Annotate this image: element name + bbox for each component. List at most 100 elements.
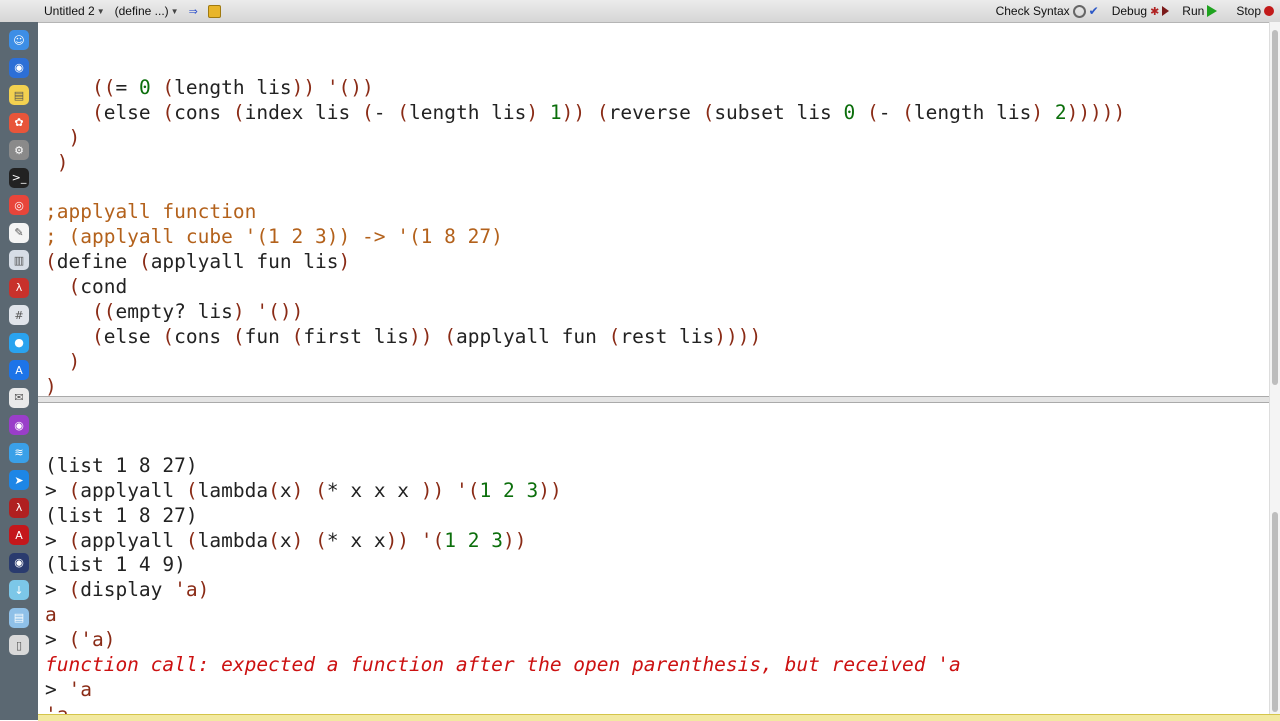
definitions-line: ) (45, 374, 1270, 397)
code-token: (list 1 8 27) (45, 453, 198, 477)
code-token: (list 1 4 9) (45, 553, 186, 577)
code-token: function call: expected a function after… (45, 653, 961, 677)
safari-icon[interactable]: ◉ (9, 57, 29, 78)
code-token: ) (45, 150, 69, 174)
code-token: empty? lis (115, 299, 233, 323)
script-editor-icon[interactable]: ✉ (9, 387, 29, 408)
racket-icon[interactable]: λ (9, 497, 29, 518)
code-token: first lis (303, 324, 409, 348)
code-token: ( (185, 478, 198, 502)
code-token: ) (232, 299, 245, 323)
code-token: ( (185, 528, 198, 552)
code-token: ( (232, 100, 245, 124)
code-token: reverse (608, 100, 703, 124)
code-token: else (103, 100, 163, 124)
code-token: > (45, 677, 69, 701)
code-token: )) (420, 478, 445, 502)
code-token: ) (526, 100, 539, 124)
downloads-icon[interactable]: ↓ (9, 580, 29, 600)
code-token: ( (68, 578, 81, 602)
code-token: ( (45, 324, 104, 348)
definitions-line (45, 175, 1270, 200)
scrollbar[interactable] (1269, 22, 1280, 720)
code-token: (( (45, 299, 116, 323)
run-label: Run (1182, 4, 1205, 18)
code-token: (list 1 8 27) (45, 503, 198, 527)
code-token: 'a (68, 677, 92, 701)
definitions-line: (cond (45, 275, 1270, 300)
definitions-scroll-thumb[interactable] (1272, 30, 1278, 385)
code-token: )))) (1066, 100, 1114, 124)
interactions-repl[interactable]: (list 1 8 27) > (applyall (lambda(x) (* x… (38, 402, 1270, 714)
check-syntax-label: Check Syntax (995, 4, 1070, 18)
code-token: ( (45, 100, 104, 124)
interactions-scroll-thumb[interactable] (1272, 512, 1278, 712)
stop-button[interactable]: Stop (1236, 4, 1274, 18)
interactions-line: function call: expected a function after… (45, 653, 1270, 678)
messages-icon[interactable]: ● (9, 332, 29, 353)
preview-icon[interactable]: ▥ (9, 250, 29, 270)
code-token: (( (45, 75, 116, 99)
code-token: ( (397, 100, 409, 124)
document-name-menu[interactable]: Untitled 2 ▼ (44, 4, 105, 18)
code-token: applyall fun lis (150, 250, 339, 274)
documents-icon[interactable]: ▤ (9, 607, 29, 628)
code-token: - (373, 100, 398, 124)
code-token: ;applyall function (45, 200, 257, 224)
define-menu[interactable]: (define ...) ▼ (115, 4, 179, 18)
definitions-code: ((= 0 (length lis)) '()) (else (cons (in… (38, 72, 1270, 397)
app-store-icon[interactable]: A (9, 360, 29, 380)
code-token: ( (596, 100, 609, 124)
interactions-line: > 'a (45, 678, 1270, 703)
code-token: ( (608, 324, 621, 348)
code-token: ( (866, 100, 879, 124)
code-token: 'a) (174, 578, 210, 602)
code-token: ( (45, 275, 81, 299)
code-token: ( (162, 324, 175, 348)
debug-label: Debug (1111, 4, 1148, 18)
code-token: > (45, 528, 69, 552)
code-token: ( (68, 478, 81, 502)
photos-icon[interactable]: ✿ (9, 112, 29, 133)
textedit-icon[interactable]: ✎ (9, 222, 29, 243)
code-token: ( (268, 528, 280, 552)
save-icon[interactable] (207, 4, 221, 18)
finder-icon[interactable]: ☺ (9, 30, 29, 50)
code-token: ) (45, 349, 81, 373)
run-button[interactable]: Run (1182, 4, 1218, 18)
drracket-icon[interactable]: λ (9, 277, 29, 298)
podcasts-icon[interactable]: ◉ (9, 415, 29, 435)
code-token: ('a) (68, 628, 116, 652)
compass-icon[interactable]: ➤ (9, 470, 29, 490)
trash-icon[interactable]: ▯ (9, 635, 29, 655)
code-token: ) (45, 374, 57, 397)
magnifier-icon (1072, 4, 1086, 18)
slack-icon[interactable]: # (9, 305, 29, 325)
code-token: ( (162, 75, 175, 99)
check-syntax-button[interactable]: Check Syntax ✔ (996, 4, 1099, 18)
code-token: ) (1113, 100, 1126, 124)
code-token: 1 2 3 (444, 528, 503, 552)
code-token: ( (68, 528, 81, 552)
camera-icon[interactable]: ◉ (9, 552, 29, 573)
arrow-icon[interactable]: ⇒ (189, 5, 198, 18)
chrome-icon[interactable]: ◎ (9, 195, 29, 215)
code-token: '()) (326, 75, 374, 99)
notes-icon[interactable]: ▤ (9, 85, 29, 105)
code-token: ) (1031, 100, 1044, 124)
acrobat-icon[interactable]: A (9, 525, 29, 545)
code-token: cond (80, 275, 128, 299)
checkmark-icon: ✔ (1088, 4, 1099, 18)
code-token: applyall (80, 528, 186, 552)
code-token: 0 (843, 100, 867, 124)
code-token: rest lis (620, 324, 715, 348)
definitions-editor[interactable]: ((= 0 (length lis)) '()) (else (cons (in… (38, 22, 1270, 397)
wifi-icon[interactable]: ≋ (9, 442, 29, 463)
debug-button[interactable]: Debug ✱ (1112, 4, 1170, 18)
define-menu-label: (define ...) (114, 4, 169, 18)
terminal-icon[interactable]: >_ (9, 167, 29, 188)
system-preferences-icon[interactable]: ⚙ (9, 140, 29, 160)
code-token: applyall (80, 478, 186, 502)
code-token: 'a (45, 703, 68, 714)
code-token: ( (138, 250, 151, 274)
